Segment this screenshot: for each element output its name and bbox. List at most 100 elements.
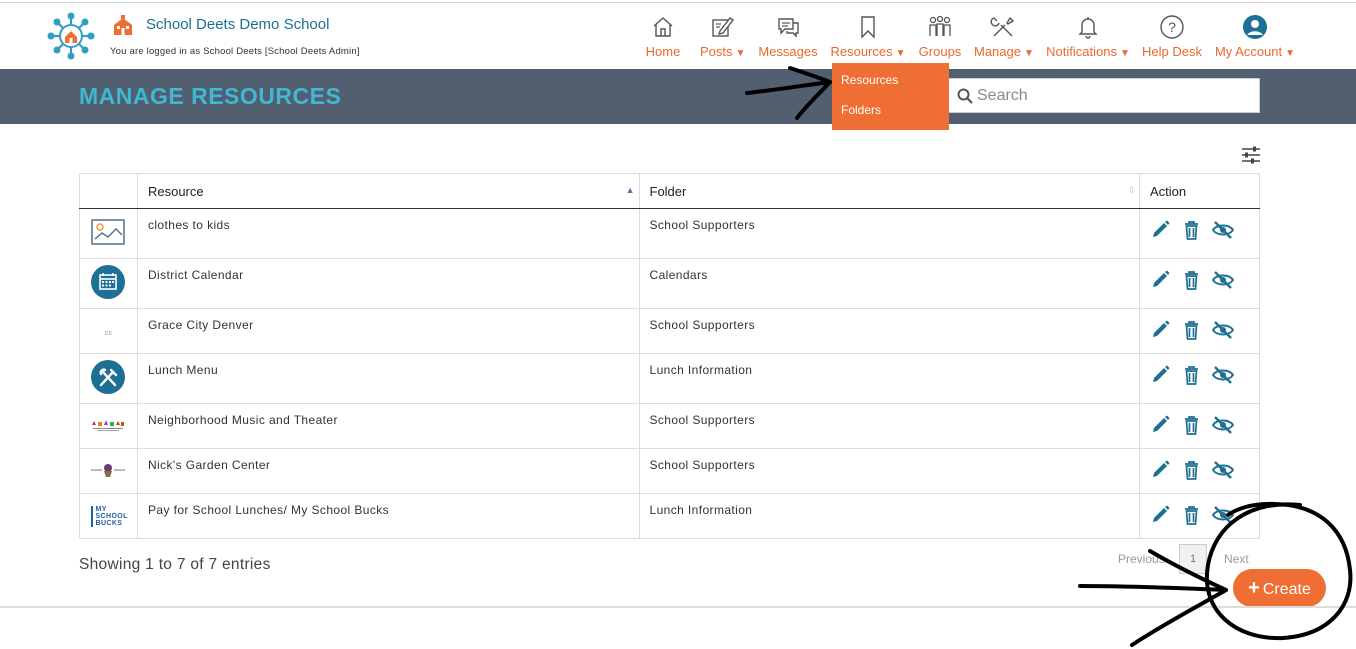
cc-logo: cc [104,330,113,337]
nav-help-desk-label: Help Desk [1142,44,1202,59]
table-header-row: Resource ▲ Folder ⇕ Action [79,173,1260,209]
trash-icon[interactable] [1181,415,1202,435]
resource-name[interactable]: District Calendar [136,258,640,309]
page-title: MANAGE RESOURCES [79,83,342,109]
table-row: District Calendar Calendars [79,258,1260,309]
resource-folder: Lunch Information [638,353,1141,404]
column-header-resource[interactable]: Resource ▲ [136,173,640,209]
svg-text:?: ? [1168,19,1176,35]
bookmark-icon [861,16,875,39]
eye-slash-icon[interactable] [1211,460,1235,480]
resource-folder: School Supporters [638,208,1141,259]
resource-thumbnail: cc [79,308,138,354]
nav-posts-label: Posts [700,44,733,59]
edit-icon[interactable] [1150,415,1171,435]
resource-folder: School Supporters [638,403,1141,449]
trash-icon[interactable] [1181,365,1202,385]
table-row: Neighborhood Music and Theater School Su… [79,403,1260,449]
nav-groups-label: Groups [918,44,962,59]
dropdown-item-resources[interactable]: Resources [841,73,898,87]
table-row: MY SCHOOL BUCKS Pay for School Lunches/ … [79,493,1260,539]
column-header-folder[interactable]: Folder ⇕ [638,173,1141,209]
trash-icon[interactable] [1181,220,1202,240]
sort-ascending-icon: ▲ [625,185,635,195]
nav-help-desk[interactable]: ? Help Desk [1142,14,1202,59]
edit-icon[interactable] [1150,220,1171,240]
nav-resources[interactable]: Resources ▼ [830,14,906,59]
dropdown-item-folders[interactable]: Folders [841,103,881,117]
garden-center-logo [91,463,126,477]
pagination-previous[interactable]: Previous [1118,552,1165,566]
resource-name[interactable]: clothes to kids [136,208,640,259]
nav-home-label: Home [645,44,681,59]
eye-slash-icon[interactable] [1211,505,1235,525]
pagination-next[interactable]: Next [1224,552,1249,566]
nav-manage[interactable]: Manage ▼ [974,14,1034,59]
column-settings-icon[interactable] [1241,146,1261,164]
resource-actions [1139,403,1260,449]
resource-thumbnail [79,258,138,309]
edit-icon[interactable] [1150,505,1171,525]
music-theater-logo [92,419,125,431]
search-box[interactable] [946,78,1260,113]
edit-icon[interactable] [1150,320,1171,340]
nav-notifications[interactable]: Notifications ▼ [1046,14,1130,59]
top-divider [0,2,1356,3]
pagination-page-1[interactable]: 1 [1179,544,1207,574]
eye-slash-icon[interactable] [1211,415,1235,435]
column-header-folder-label: Folder [649,183,687,199]
resource-name[interactable]: Neighborhood Music and Theater [136,403,640,449]
trash-icon[interactable] [1181,320,1202,340]
edit-icon[interactable] [1150,460,1171,480]
column-header-resource-label: Resource [147,183,204,199]
resource-thumbnail [79,448,138,494]
nav-messages[interactable]: Messages [758,14,818,59]
trash-icon[interactable] [1181,460,1202,480]
table-row: cc Grace City Denver School Supporters [79,308,1260,354]
school-house-icon [114,15,132,35]
school-name[interactable]: School Deets Demo School [146,16,329,33]
edit-icon[interactable] [1150,365,1171,385]
resources-dropdown: Resources Folders [832,63,949,130]
question-icon: ? [1160,15,1184,39]
eye-slash-icon[interactable] [1211,220,1235,240]
resource-actions [1139,448,1260,494]
nav-groups[interactable]: Groups [918,14,962,59]
resource-name[interactable]: Nick's Garden Center [136,448,640,494]
trash-icon[interactable] [1181,505,1202,525]
table-row: clothes to kids School Supporters [79,208,1260,259]
calendar-icon [91,265,126,299]
bell-icon [1078,17,1098,39]
thumbnail-header [79,173,138,209]
school-deets-logo[interactable] [46,12,96,60]
column-header-action-label: Action [1150,183,1187,199]
nav-posts[interactable]: Posts ▼ [700,14,745,59]
tools-icon [990,16,1015,37]
create-button[interactable]: + Create [1233,569,1326,607]
resource-thumbnail [79,353,138,404]
nav-my-account-caret: ▼ [1285,48,1296,59]
entries-count: Showing 1 to 7 of 7 entries [79,556,271,573]
table-row: Nick's Garden Center School Supporters [79,448,1260,494]
nav-notifications-label: Notifications [1046,44,1117,59]
resource-actions [1139,208,1260,259]
eye-slash-icon[interactable] [1211,320,1235,340]
edit-icon[interactable] [1150,270,1171,290]
eye-slash-icon[interactable] [1211,365,1235,385]
resource-actions [1139,493,1260,539]
resource-thumbnail: MY SCHOOL BUCKS [79,493,138,539]
resource-name[interactable]: Grace City Denver [136,308,640,354]
resource-thumbnail [79,208,138,259]
nav-home[interactable]: Home [645,14,681,59]
user-icon [1243,15,1267,39]
nav-messages-label: Messages [758,44,818,59]
nav-resources-label: Resources [830,44,893,59]
nav-my-account-label: My Account [1214,44,1283,59]
nav-resources-caret: ▼ [895,48,906,59]
eye-slash-icon[interactable] [1211,270,1235,290]
search-input[interactable] [977,84,1247,108]
resource-name[interactable]: Pay for School Lunches/ My School Bucks [136,493,640,539]
resource-name[interactable]: Lunch Menu [136,353,640,404]
nav-my-account[interactable]: My Account ▼ [1214,14,1296,59]
trash-icon[interactable] [1181,270,1202,290]
